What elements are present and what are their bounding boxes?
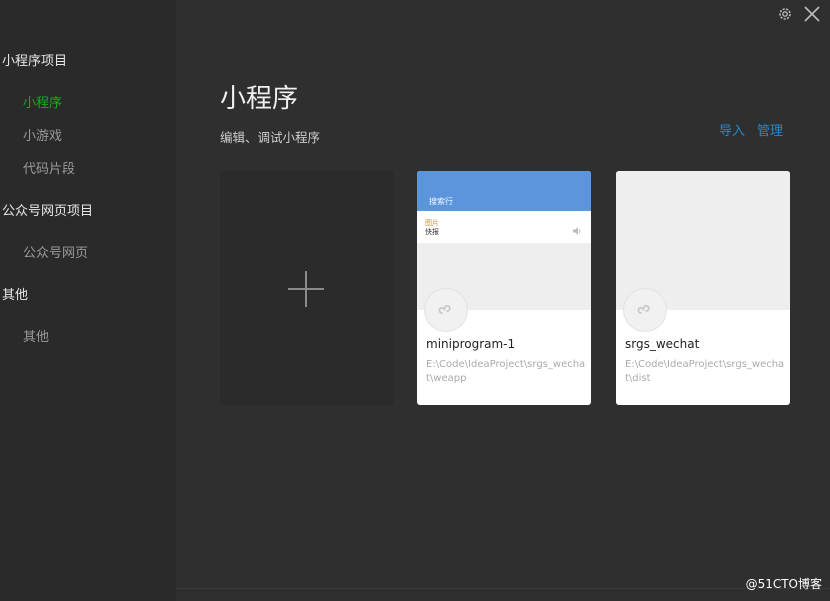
thumbnail-navbar-text: 搜索行 [429,197,453,206]
footer-divider [176,588,830,589]
sidebar: 小程序项目 小程序 小游戏 代码片段 公众号网页项目 公众号网页 其他 其他 [0,0,176,601]
sidebar-item-code-snippet[interactable]: 代码片段 [23,158,75,177]
project-name: miniprogram-1 [426,337,516,351]
miniprogram-logo-icon [624,289,666,331]
page-subtitle: 编辑、调试小程序 [220,130,321,145]
project-card-miniprogram-1[interactable]: 搜索行 图片 快报 miniprogram-1 E:\Code\IdeaProj… [417,171,591,405]
add-project-card[interactable] [220,171,394,405]
page-title: 小程序 [220,84,299,114]
import-link[interactable]: 导入 [719,120,745,139]
speaker-icon [572,221,582,240]
manage-link[interactable]: 管理 [757,120,783,139]
project-name: srgs_wechat [625,337,700,351]
sidebar-group-other: 其他 [2,288,29,303]
project-path: E:\Code\IdeaProject\srgs_wechat\dist [625,359,785,384]
sidebar-group-official-account: 公众号网页项目 [2,204,94,219]
gear-icon[interactable] [777,6,793,26]
thumbnail-row-line2: 快报 [425,228,439,236]
project-card-srgs-wechat[interactable]: srgs_wechat E:\Code\IdeaProject\srgs_wec… [616,171,790,405]
sidebar-item-miniprogram[interactable]: 小程序 [23,92,62,111]
sidebar-group-miniprogram: 小程序项目 [2,54,68,69]
sidebar-item-minigame[interactable]: 小游戏 [23,125,62,144]
project-path: E:\Code\IdeaProject\srgs_wechat\weapp [426,359,586,384]
thumbnail-row: 图片 快报 [417,211,591,243]
miniprogram-logo-icon [425,289,467,331]
thumbnail-navbar: 搜索行 [417,171,591,211]
sidebar-item-official-account-web[interactable]: 公众号网页 [23,242,88,261]
watermark: @51CTO博客 [745,577,822,591]
close-icon[interactable] [803,5,821,27]
sidebar-item-other[interactable]: 其他 [23,326,49,345]
